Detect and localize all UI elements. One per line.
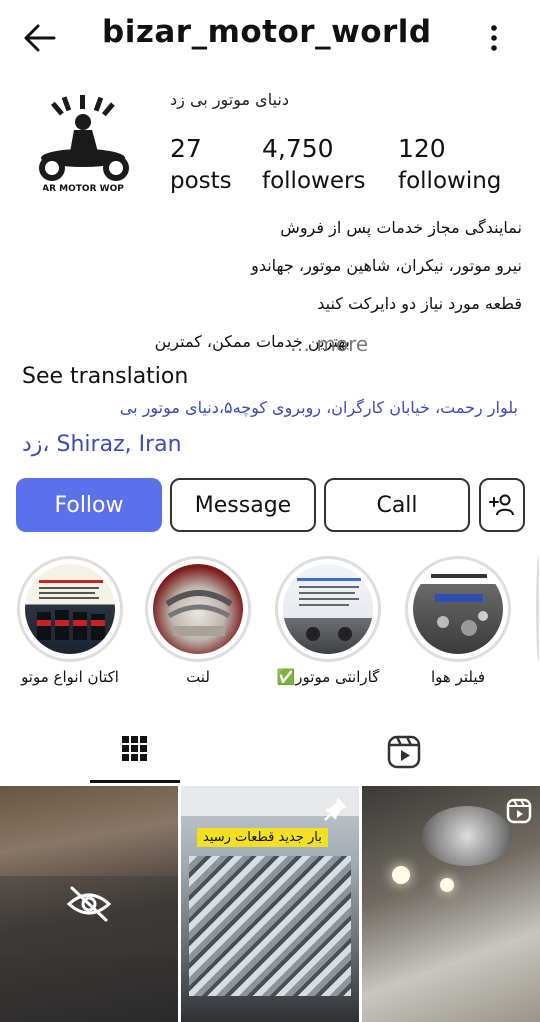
highlight-label: اکتان انواع موتو: [21, 668, 119, 686]
arrow-left-icon[interactable]: [20, 20, 60, 56]
highlight-ring: [405, 556, 511, 662]
tab-reels[interactable]: [386, 734, 422, 770]
following-label: following: [398, 168, 502, 194]
highlight-ring: [17, 556, 123, 662]
post-tile[interactable]: [362, 786, 540, 1022]
follow-button[interactable]: Follow: [16, 478, 162, 532]
highlight-item[interactable]: گارانتی موتور✅: [275, 556, 381, 686]
post-tile[interactable]: [0, 786, 178, 1022]
profile-username: bizar_motor_world: [102, 14, 432, 50]
highlight-label: لنت: [186, 668, 210, 686]
see-translation-link[interactable]: See translation: [22, 364, 188, 389]
following-count: 120: [398, 134, 446, 163]
add-person-button[interactable]: [479, 478, 525, 532]
highlight-label: فیلتر هوا: [430, 668, 486, 686]
posts-stat[interactable]: 27 posts: [170, 134, 232, 198]
hidden-content-icon: [66, 886, 112, 922]
highlight-label: گارانتی موتور✅: [276, 668, 380, 686]
message-button[interactable]: Message: [170, 478, 316, 532]
bio-line-1: نمایندگی مجاز خدمات پس از فروش: [280, 218, 522, 237]
logo-text: AR MOTOR WOP: [42, 184, 124, 194]
active-tab-indicator: [90, 780, 180, 783]
highlight-item[interactable]: فیلتر هوا: [405, 556, 511, 686]
address-link-line2[interactable]: زد، Shiraz, Iran: [22, 432, 182, 457]
highlight-item[interactable]: اکتان انواع موتو: [17, 556, 123, 686]
reel-badge-icon: [506, 798, 532, 824]
bio-line-3: قطعه مورد نیاز دو دایرکت کنید: [317, 294, 522, 313]
highlight-thumbnail: [283, 564, 373, 654]
highlight-thumbnail: [413, 564, 503, 654]
highlight-thumbnail: [153, 564, 243, 654]
bio-line-2: نیرو موتور، نیکران، شاهین موتور، جهاندو: [251, 256, 522, 275]
highlight-ring-partial[interactable]: [536, 556, 540, 662]
followers-stat[interactable]: 4,750 followers: [262, 134, 365, 198]
followers-label: followers: [262, 168, 366, 194]
more-link[interactable]: … more: [290, 332, 368, 356]
highlight-ring: [275, 556, 381, 662]
address-link-line1[interactable]: بلوار رحمت، خیابان کارگران، روبروی کوچه۵…: [120, 398, 518, 417]
posts-label: posts: [170, 168, 232, 194]
add-person-icon: [489, 494, 514, 516]
following-stat[interactable]: 120 following: [398, 134, 501, 198]
pin-icon: [324, 798, 347, 821]
more-vertical-icon[interactable]: [482, 22, 506, 54]
post-banner-text: بار جدید قطعات رسید: [197, 828, 328, 847]
highlight-thumbnail: [25, 564, 115, 654]
highlight-item[interactable]: لنت: [145, 556, 251, 686]
profile-avatar[interactable]: AR MOTOR WOP: [26, 92, 140, 206]
post-tile[interactable]: بار جدید قطعات رسید: [181, 786, 359, 1022]
call-button[interactable]: Call: [324, 478, 470, 532]
reels-icon: [387, 735, 421, 769]
posts-count: 27: [170, 134, 202, 163]
post-image-parts: [189, 856, 351, 996]
profile-full-name: دنیای موتور بی زد: [170, 90, 289, 109]
post-image-light: [440, 878, 454, 892]
highlight-ring: [145, 556, 251, 662]
grid-icon: [122, 736, 147, 761]
tab-posts-grid[interactable]: [90, 726, 180, 782]
followers-count: 4,750: [262, 134, 334, 163]
post-image-helmet: [422, 806, 512, 866]
post-image-light: [392, 866, 410, 884]
top-bar: bizar_motor_world: [0, 0, 540, 76]
